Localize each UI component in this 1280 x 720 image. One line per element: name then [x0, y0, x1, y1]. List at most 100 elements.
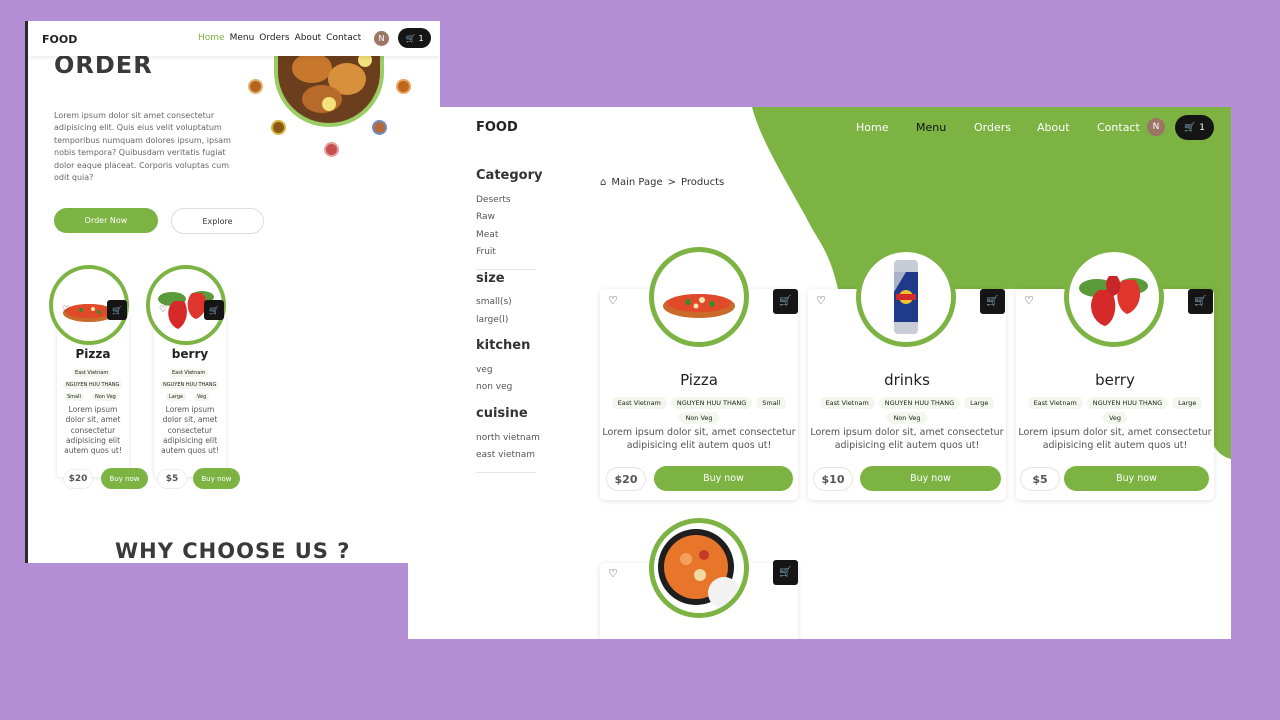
add-to-cart-button[interactable]: 🛒	[980, 289, 1005, 314]
kitchen-heading: kitchen	[476, 338, 531, 353]
left-navbar: FOOD Home Menu Orders About Contact N 🛒 …	[28, 21, 440, 56]
add-to-cart-button[interactable]: 🛒	[204, 300, 224, 320]
filter-large[interactable]: large(l)	[476, 315, 508, 325]
filter-raw[interactable]: Raw	[476, 212, 495, 222]
breadcrumb-main-page[interactable]: Main Page	[611, 177, 662, 188]
product-tag: NGUYEN HUU THANG	[1086, 397, 1169, 409]
soup-bowl-image	[649, 518, 749, 618]
size-heading: size	[476, 271, 505, 286]
product-tag: Small	[756, 397, 787, 409]
heart-icon[interactable]: ♡	[816, 294, 826, 307]
food-thumbnail[interactable]	[248, 79, 263, 94]
product-tag: Large	[1172, 397, 1203, 409]
nav-contact[interactable]: Contact	[1097, 121, 1140, 134]
product-price: $20	[606, 467, 646, 491]
buy-now-button[interactable]: Buy now	[654, 466, 793, 491]
buy-now-button[interactable]: Buy now	[860, 466, 1001, 491]
filter-non-veg[interactable]: non veg	[476, 382, 512, 392]
home-icon[interactable]: ⌂	[600, 177, 606, 188]
product-description: Lorem ipsum dolor sit, amet consectetur …	[602, 427, 796, 451]
product-tag: NGUYEN HUU THANG	[878, 397, 961, 409]
filter-small[interactable]: small(s)	[476, 297, 512, 307]
avatar[interactable]: N	[374, 31, 389, 46]
product-tags: East Vietnam NGUYEN HUU THANG Small Non …	[600, 397, 798, 424]
buy-now-button[interactable]: Buy now	[1064, 466, 1209, 491]
cuisine-heading: cuisine	[476, 406, 528, 421]
add-to-cart-button[interactable]: 🛒	[107, 300, 127, 320]
filter-north-vietnam[interactable]: north vietnam	[476, 433, 540, 443]
cart-icon: 🛒	[1194, 296, 1207, 307]
nav-orders[interactable]: Orders	[259, 33, 289, 43]
heart-icon[interactable]: ♡	[608, 294, 618, 307]
nav-home[interactable]: Home	[198, 33, 225, 43]
product-tag: Non Veg	[92, 393, 119, 401]
buy-now-button[interactable]: Buy now	[193, 468, 240, 489]
nav-home[interactable]: Home	[856, 121, 888, 134]
product-tags: East Vietnam NGUYEN HUU THANG Large Non …	[808, 397, 1006, 424]
cart-icon: 🛒	[112, 305, 122, 315]
product-tag: East Vietnam	[819, 397, 875, 409]
food-thumbnail[interactable]	[324, 142, 339, 157]
avatar[interactable]: N	[1147, 118, 1165, 136]
cart-icon: 🛒	[986, 296, 999, 307]
product-name: Pizza	[680, 371, 718, 389]
add-to-cart-button[interactable]: 🛒	[773, 289, 798, 314]
pizza-image	[649, 247, 749, 347]
filter-veg[interactable]: veg	[476, 365, 493, 375]
cart-button[interactable]: 🛒 1	[398, 28, 431, 48]
heart-icon[interactable]: ♡	[159, 305, 167, 315]
food-thumbnail[interactable]	[271, 120, 286, 135]
product-name: Pizza	[75, 347, 111, 361]
add-to-cart-button[interactable]: 🛒	[1188, 289, 1213, 314]
food-thumbnail[interactable]	[372, 120, 387, 135]
order-now-button[interactable]: Order Now	[54, 208, 158, 233]
left-nav-links: Home Menu Orders About Contact	[198, 33, 361, 43]
divider	[476, 269, 536, 270]
filter-meat[interactable]: Meat	[476, 230, 498, 240]
nav-contact[interactable]: Contact	[326, 33, 361, 43]
category-heading: Category	[476, 168, 543, 183]
product-description: Lorem ipsum dolor sit, amet consectetur …	[64, 405, 122, 456]
product-name: drinks	[884, 371, 930, 389]
nav-orders[interactable]: Orders	[974, 121, 1011, 134]
right-browser-window: FOOD Home Menu Orders About Contact N 🛒 …	[408, 107, 1231, 639]
product-tag: NGUYEN HUU THANG	[63, 381, 123, 389]
buy-now-button[interactable]: Buy now	[101, 468, 148, 489]
why-choose-us-heading: WHY CHOOSE US ?	[115, 539, 351, 563]
heart-icon[interactable]: ♡	[608, 567, 618, 580]
heart-icon[interactable]: ♡	[1024, 294, 1034, 307]
product-tag: Large	[964, 397, 995, 409]
filter-fruit[interactable]: Fruit	[476, 247, 496, 257]
hero-chicken-plate-image	[274, 47, 384, 127]
product-tag: Small	[64, 393, 84, 401]
product-description: Lorem ipsum dolor sit, amet consectetur …	[810, 427, 1004, 451]
product-tag: NGUYEN HUU THANG	[160, 381, 220, 389]
product-tag: East Vietnam	[1027, 397, 1083, 409]
add-to-cart-button[interactable]: 🛒	[773, 560, 798, 585]
filter-east-vietnam[interactable]: east vietnam	[476, 450, 535, 460]
product-price: $5	[157, 469, 187, 489]
cart-icon: 🛒	[209, 305, 219, 315]
product-name: berry	[171, 347, 209, 361]
energy-drink-can-image	[856, 247, 956, 347]
nav-menu[interactable]: Menu	[230, 33, 255, 43]
filter-deserts[interactable]: Deserts	[476, 195, 511, 205]
product-tag: Veg	[194, 393, 210, 401]
product-description: Lorem ipsum dolor sit, amet consectetur …	[1018, 427, 1212, 451]
nav-about[interactable]: About	[295, 33, 322, 43]
product-tag: East Vietnam	[72, 369, 112, 377]
heart-icon[interactable]: ♡	[62, 305, 70, 315]
nav-menu[interactable]: Menu	[916, 121, 946, 134]
cart-button[interactable]: 🛒 1	[1175, 115, 1214, 140]
nav-about[interactable]: About	[1037, 121, 1070, 134]
site-logo[interactable]: FOOD	[42, 33, 77, 46]
product-price: $10	[813, 467, 853, 491]
food-thumbnail[interactable]	[396, 79, 411, 94]
strawberry-image	[1064, 247, 1164, 347]
site-logo[interactable]: FOOD	[476, 120, 518, 135]
explore-button[interactable]: Explore	[171, 208, 264, 234]
cart-count: 1	[1199, 122, 1205, 133]
product-price: $20	[63, 469, 93, 489]
cart-icon: 🛒	[405, 33, 416, 43]
cart-count: 1	[418, 33, 424, 43]
